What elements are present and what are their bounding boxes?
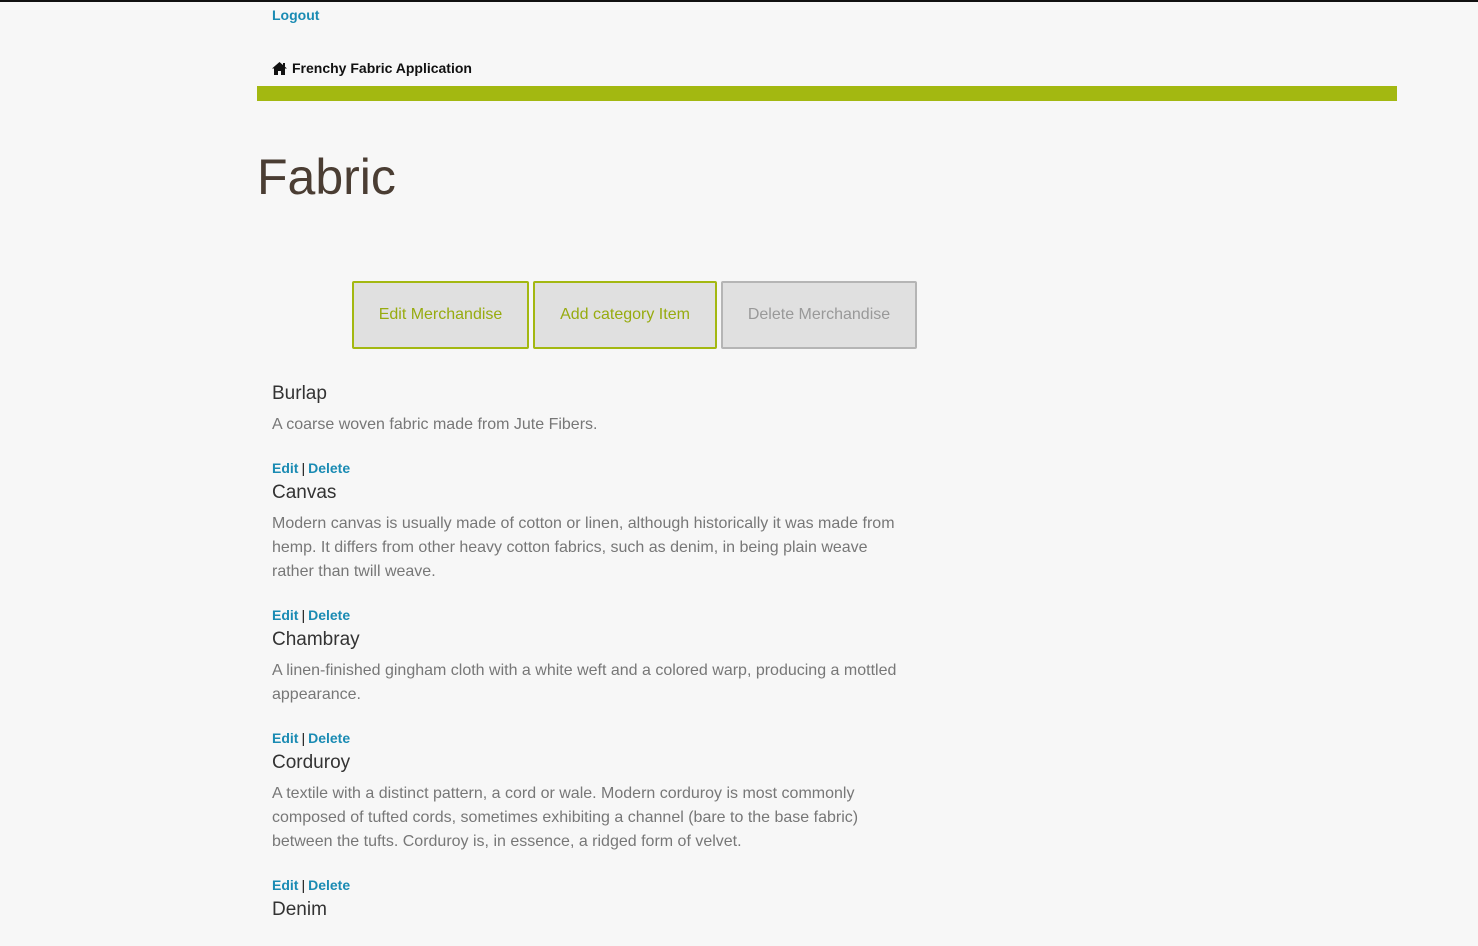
item-description: A textile with a distinct pattern, a cor…: [272, 785, 859, 850]
brand-link[interactable]: Frenchy Fabric Application: [272, 60, 472, 76]
actions-separator: |: [301, 730, 306, 746]
fabric-list: Burlap A coarse woven fabric made from J…: [272, 381, 904, 946]
edit-merchandise-button[interactable]: Edit Merchandise: [352, 281, 529, 349]
delete-link[interactable]: Delete: [308, 607, 350, 623]
list-item: Chambray A linen-finished gingham cloth …: [272, 627, 904, 707]
actions-separator: |: [301, 607, 306, 623]
item-description: A linen-finished gingham cloth with a wh…: [272, 662, 897, 703]
delete-link[interactable]: Delete: [308, 730, 350, 746]
list-item: Corduroy A textile with a distinct patte…: [272, 750, 904, 854]
edit-link[interactable]: Edit: [272, 877, 298, 893]
actions-separator: |: [301, 460, 306, 476]
edit-link[interactable]: Edit: [272, 730, 298, 746]
logout-link[interactable]: Logout: [272, 7, 319, 23]
item-description: Modern canvas is usually made of cotton …: [272, 515, 895, 580]
item-actions: Edit | Delete: [272, 730, 904, 746]
item-actions: Edit | Delete: [272, 607, 904, 623]
item-name: Denim: [272, 899, 327, 920]
edit-link[interactable]: Edit: [272, 460, 298, 476]
brand-title: Frenchy Fabric Application: [292, 60, 472, 76]
delete-link[interactable]: Delete: [308, 877, 350, 893]
home-icon: [272, 61, 287, 75]
item-name: Burlap: [272, 383, 327, 404]
item-name: Canvas: [272, 482, 337, 503]
page-title: Fabric: [257, 149, 396, 205]
list-item: Denim: [272, 897, 904, 923]
list-item: Canvas Modern canvas is usually made of …: [272, 480, 904, 584]
actions-separator: |: [301, 877, 306, 893]
delete-link[interactable]: Delete: [308, 460, 350, 476]
delete-merchandise-button[interactable]: Delete Merchandise: [721, 281, 917, 349]
item-name: Corduroy: [272, 752, 351, 773]
add-category-item-button[interactable]: Add category Item: [533, 281, 717, 349]
list-item: Burlap A coarse woven fabric made from J…: [272, 381, 904, 437]
item-actions: Edit | Delete: [272, 877, 904, 893]
item-actions: Edit | Delete: [272, 460, 904, 476]
edit-link[interactable]: Edit: [272, 607, 298, 623]
header-accent-bar: [257, 86, 1397, 101]
item-name: Chambray: [272, 629, 360, 650]
item-description: A coarse woven fabric made from Jute Fib…: [272, 416, 598, 433]
